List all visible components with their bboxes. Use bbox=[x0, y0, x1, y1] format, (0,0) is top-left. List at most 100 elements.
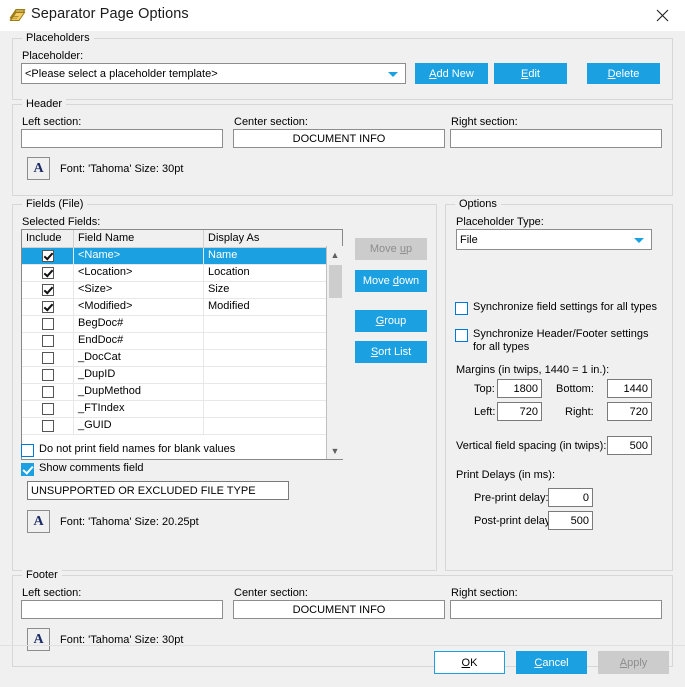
include-cell[interactable] bbox=[22, 316, 74, 332]
placeholder-template-combo[interactable]: <Please select a placeholder template> bbox=[21, 63, 406, 84]
field-name-cell: <Location> bbox=[74, 265, 204, 281]
include-cell[interactable] bbox=[22, 401, 74, 417]
table-row[interactable]: EndDoc# bbox=[22, 333, 342, 350]
sync-header-footer-box bbox=[455, 329, 468, 342]
selected-fields-list[interactable]: Include Field Name Display As <Name> Name… bbox=[21, 229, 343, 460]
footer-left-input[interactable] bbox=[21, 600, 223, 619]
no-blank-field-names-checkbox[interactable]: Do not print field names for blank value… bbox=[21, 443, 321, 457]
display-as-cell bbox=[204, 401, 327, 417]
include-cell[interactable] bbox=[22, 418, 74, 434]
include-checkbox[interactable] bbox=[41, 335, 54, 347]
scroll-up-icon[interactable]: ▲ bbox=[327, 246, 343, 263]
include-checkbox[interactable] bbox=[41, 267, 54, 279]
field-name-cell: EndDoc# bbox=[74, 333, 204, 349]
margin-bottom-input[interactable]: 1440 bbox=[607, 379, 652, 398]
placeholder-type-combo[interactable]: File bbox=[456, 229, 652, 250]
include-cell[interactable] bbox=[22, 333, 74, 349]
cancel-button[interactable]: Cancel bbox=[516, 651, 587, 674]
print-delays-label: Print Delays (in ms): bbox=[456, 469, 556, 481]
include-checkbox[interactable] bbox=[41, 250, 54, 262]
table-row[interactable]: <Modified> Modified bbox=[22, 299, 342, 316]
group-button[interactable]: Group bbox=[355, 310, 427, 332]
table-row[interactable]: _DupID bbox=[22, 367, 342, 384]
apply-button[interactable]: Apply bbox=[598, 651, 669, 674]
comments-field-input[interactable]: UNSUPPORTED OR EXCLUDED FILE TYPE bbox=[27, 481, 289, 500]
footer-right-input[interactable] bbox=[450, 600, 662, 619]
margin-top-input[interactable]: 1800 bbox=[497, 379, 542, 398]
post-print-delay-input[interactable]: 500 bbox=[548, 511, 593, 530]
close-icon[interactable] bbox=[639, 0, 685, 30]
display-as-cell: Size bbox=[208, 283, 230, 295]
selected-fields-label: Selected Fields: bbox=[22, 216, 101, 228]
table-row[interactable]: _DupMethod bbox=[22, 384, 342, 401]
include-cell[interactable] bbox=[22, 384, 74, 400]
options-group-title: Options bbox=[455, 198, 501, 210]
include-checkbox[interactable] bbox=[41, 369, 54, 381]
scroll-down-icon[interactable]: ▼ bbox=[327, 442, 343, 459]
include-checkbox[interactable] bbox=[41, 420, 54, 432]
sync-field-settings-checkbox[interactable]: Synchronize field settings for all types bbox=[455, 301, 660, 315]
delete-button[interactable]: Delete bbox=[587, 63, 660, 84]
scrollbar-thumb[interactable] bbox=[329, 265, 342, 298]
footer-center-input[interactable]: DOCUMENT INFO bbox=[233, 600, 445, 619]
column-field-name: Field Name bbox=[74, 230, 204, 247]
table-row[interactable]: _FTIndex bbox=[22, 401, 342, 418]
table-row[interactable]: BegDoc# bbox=[22, 316, 342, 333]
display-as-cell: Location bbox=[208, 266, 250, 278]
margin-right-value: 720 bbox=[629, 405, 648, 418]
include-cell[interactable] bbox=[22, 299, 74, 315]
field-name-cell: <Modified> bbox=[74, 299, 204, 315]
ok-button[interactable]: OK bbox=[434, 651, 505, 674]
fields-list-header: Include Field Name Display As bbox=[22, 230, 342, 248]
fields-group-title: Fields (File) bbox=[22, 198, 88, 210]
sort-list-button[interactable]: Sort List bbox=[355, 341, 427, 363]
include-cell[interactable] bbox=[22, 248, 74, 264]
pages-stack-icon bbox=[9, 7, 26, 23]
table-row[interactable]: _DocCat bbox=[22, 350, 342, 367]
display-as-cell bbox=[204, 333, 327, 349]
comments-font-button[interactable]: A bbox=[27, 510, 50, 533]
fields-list-scrollbar[interactable]: ▲ ▼ bbox=[326, 246, 343, 459]
window-titlebar: Separator Page Options bbox=[0, 0, 685, 32]
include-checkbox[interactable] bbox=[41, 318, 54, 330]
field-name-cell: <Size> bbox=[74, 282, 204, 298]
margin-left-input[interactable]: 720 bbox=[497, 402, 542, 421]
include-cell[interactable] bbox=[22, 282, 74, 298]
table-row[interactable]: <Location> Location bbox=[22, 265, 342, 282]
add-new-button[interactable]: Add New bbox=[415, 63, 488, 84]
include-checkbox[interactable] bbox=[41, 386, 54, 398]
sync-header-footer-checkbox[interactable]: Synchronize Header/Footer settings for a… bbox=[455, 328, 660, 354]
header-font-button[interactable]: A bbox=[27, 157, 50, 180]
include-checkbox[interactable] bbox=[41, 403, 54, 415]
pre-print-delay-input[interactable]: 0 bbox=[548, 488, 593, 507]
margin-top-label: Top: bbox=[474, 383, 495, 395]
sync-field-settings-box bbox=[455, 302, 468, 315]
include-checkbox[interactable] bbox=[41, 352, 54, 364]
include-cell[interactable] bbox=[22, 265, 74, 281]
include-cell[interactable] bbox=[22, 367, 74, 383]
display-as-cell: Name bbox=[208, 249, 238, 261]
table-row[interactable]: <Size> Size bbox=[22, 282, 342, 299]
header-font-glyph: A bbox=[33, 160, 44, 176]
move-down-button[interactable]: Move down bbox=[355, 270, 427, 292]
vertical-field-spacing-input[interactable]: 500 bbox=[607, 436, 652, 455]
header-left-input[interactable] bbox=[21, 129, 223, 148]
include-checkbox[interactable] bbox=[41, 284, 54, 296]
chevron-down-icon-2 bbox=[634, 237, 644, 243]
edit-button[interactable]: Edit bbox=[494, 63, 567, 84]
window-title: Separator Page Options bbox=[31, 6, 189, 22]
table-row[interactable]: <Name> Name bbox=[22, 248, 342, 265]
show-comments-checkbox[interactable]: Show comments field bbox=[21, 462, 321, 476]
post-print-delay-label: Post-print delay: bbox=[474, 515, 554, 527]
footer-font-button[interactable]: A bbox=[27, 628, 50, 651]
show-comments-box bbox=[21, 463, 34, 476]
move-up-button[interactable]: Move up bbox=[355, 238, 427, 260]
header-right-input[interactable] bbox=[450, 129, 662, 148]
placeholders-group-title: Placeholders bbox=[22, 32, 94, 44]
include-cell[interactable] bbox=[22, 350, 74, 366]
header-center-input[interactable]: DOCUMENT INFO bbox=[233, 129, 445, 148]
margin-bottom-label: Bottom: bbox=[556, 383, 594, 395]
table-row[interactable]: _GUID bbox=[22, 418, 342, 435]
include-checkbox[interactable] bbox=[41, 301, 54, 313]
margin-right-input[interactable]: 720 bbox=[607, 402, 652, 421]
